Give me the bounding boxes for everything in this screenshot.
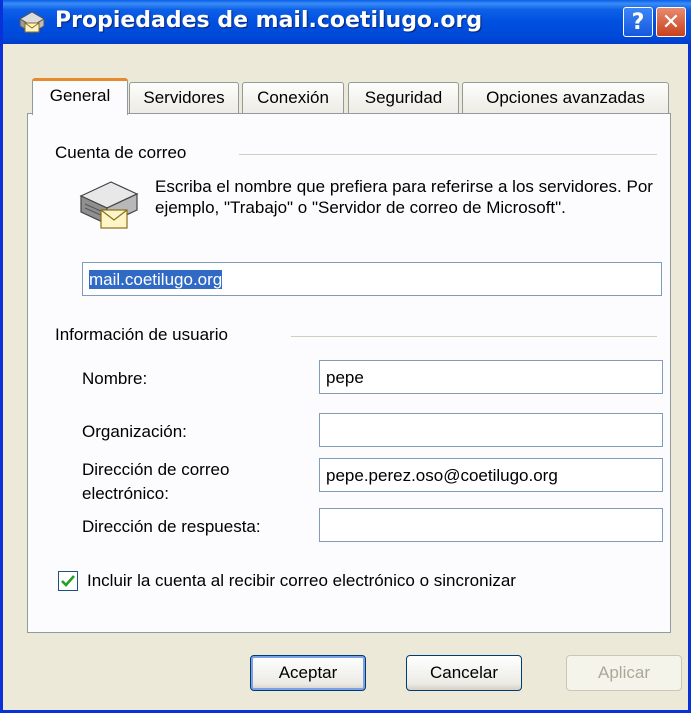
properties-dialog: Propiedades de mail.coetilugo.org ? ✕ Ge…	[0, 0, 691, 713]
mail-account-icon	[19, 11, 45, 34]
email-label-line2: electrónico:	[82, 484, 169, 503]
tab-opciones-avanzadas[interactable]: Opciones avanzadas	[462, 82, 669, 114]
title-bar[interactable]: Propiedades de mail.coetilugo.org ? ✕	[3, 0, 691, 44]
reply-label: Dirección de respuesta:	[82, 517, 261, 536]
account-description: Escriba el nombre que prefiera para refe…	[155, 177, 653, 217]
email-label-line1: Dirección de correo	[82, 460, 230, 479]
close-button[interactable]: ✕	[656, 7, 686, 37]
account-name-input[interactable]: mail.coetilugo.org	[82, 262, 662, 296]
cancel-button[interactable]: Cancelar	[406, 655, 522, 691]
name-label: Nombre:	[82, 369, 148, 388]
account-group-divider	[239, 154, 657, 155]
include-account-checkbox[interactable]	[58, 571, 78, 591]
tab-servidores[interactable]: Servidores	[129, 82, 239, 114]
mail-server-icon	[79, 181, 139, 229]
close-icon: ✕	[661, 9, 681, 35]
reply-input[interactable]	[319, 508, 663, 542]
tab-general[interactable]: General	[32, 78, 128, 115]
include-account-label[interactable]: Incluir la cuenta al recibir correo elec…	[87, 571, 516, 591]
email-input[interactable]: pepe.perez.oso@coetilugo.org	[319, 458, 663, 492]
ok-button[interactable]: Aceptar	[250, 655, 366, 691]
email-value: pepe.perez.oso@coetilugo.org	[326, 466, 558, 485]
organization-input[interactable]	[319, 413, 663, 447]
tab-seguridad[interactable]: Seguridad	[348, 82, 459, 114]
user-group-divider	[291, 336, 657, 337]
checkmark-icon	[61, 575, 75, 587]
name-value: pepe	[326, 368, 364, 387]
window-title: Propiedades de mail.coetilugo.org	[55, 8, 483, 33]
name-input[interactable]: pepe	[319, 360, 663, 394]
apply-button[interactable]: Aplicar	[566, 655, 682, 691]
account-name-value: mail.coetilugo.org	[89, 270, 223, 289]
user-group-label: Información de usuario	[55, 325, 228, 344]
account-group-label: Cuenta de correo	[55, 143, 187, 162]
help-button[interactable]: ?	[623, 7, 653, 37]
organization-label: Organización:	[82, 422, 187, 441]
tab-conexion[interactable]: Conexión	[242, 82, 344, 114]
